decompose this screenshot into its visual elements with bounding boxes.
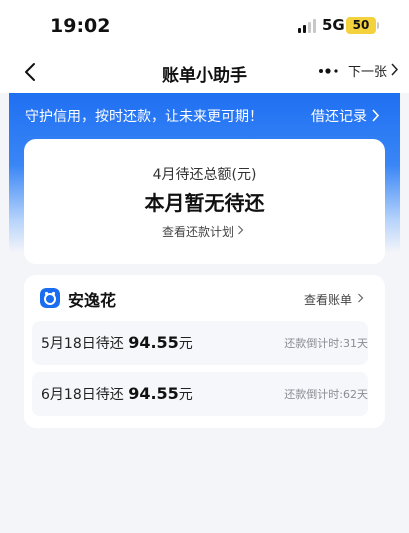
network-type: 5G [322, 16, 345, 34]
banner-slogan: 守护信用，按时还款，让未来更可期！ [25, 109, 263, 125]
repayment-plan-link[interactable]: 查看还款计划 [162, 223, 234, 240]
status-bar: 19:02 5G 50 [0, 0, 409, 50]
battery-tip [377, 22, 379, 29]
installment-due: 5月18日待还 94.55元 [41, 333, 193, 352]
more-dots-icon[interactable] [318, 63, 340, 77]
loan-records-link[interactable]: 借还记录 [311, 106, 367, 126]
next-bill-button[interactable]: 下一张 [348, 61, 387, 80]
installment-row[interactable]: 6月18日待还 94.55元 还款倒计时:62天 [32, 372, 368, 416]
installment-countdown: 还款倒计时:62天 [284, 388, 368, 401]
summary-value: 本月暂无待还 [144, 191, 265, 215]
chevron-right-icon [238, 225, 244, 235]
product-name: 安逸花 [68, 291, 117, 310]
product-bill-card: 安逸花 查看账单 5月18日待还 94.55元 还款倒计时:31天 6月18日待… [24, 275, 385, 428]
installment-amount: 94.55 [128, 384, 179, 403]
chevron-right-icon [372, 109, 380, 122]
chevron-right-icon [358, 293, 364, 303]
view-bill-link[interactable]: 查看账单 [304, 291, 352, 308]
installment-amount: 94.55 [128, 333, 179, 352]
installment-row[interactable]: 5月18日待还 94.55元 还款倒计时:31天 [32, 321, 368, 365]
installment-due: 6月18日待还 94.55元 [41, 384, 193, 403]
installment-countdown: 还款倒计时:31天 [284, 337, 368, 350]
repayment-summary-card: 4月待还总额(元) 本月暂无待还 查看还款计划 [24, 139, 385, 264]
summary-label: 4月待还总额(元) [152, 167, 257, 183]
battery-icon: 50 [346, 17, 376, 34]
product-logo-icon [40, 288, 60, 308]
chevron-right-icon [391, 63, 399, 76]
signal-icon [298, 19, 316, 33]
status-time: 19:02 [50, 15, 111, 37]
nav-bar: 账单小助手 下一张 [0, 50, 409, 93]
